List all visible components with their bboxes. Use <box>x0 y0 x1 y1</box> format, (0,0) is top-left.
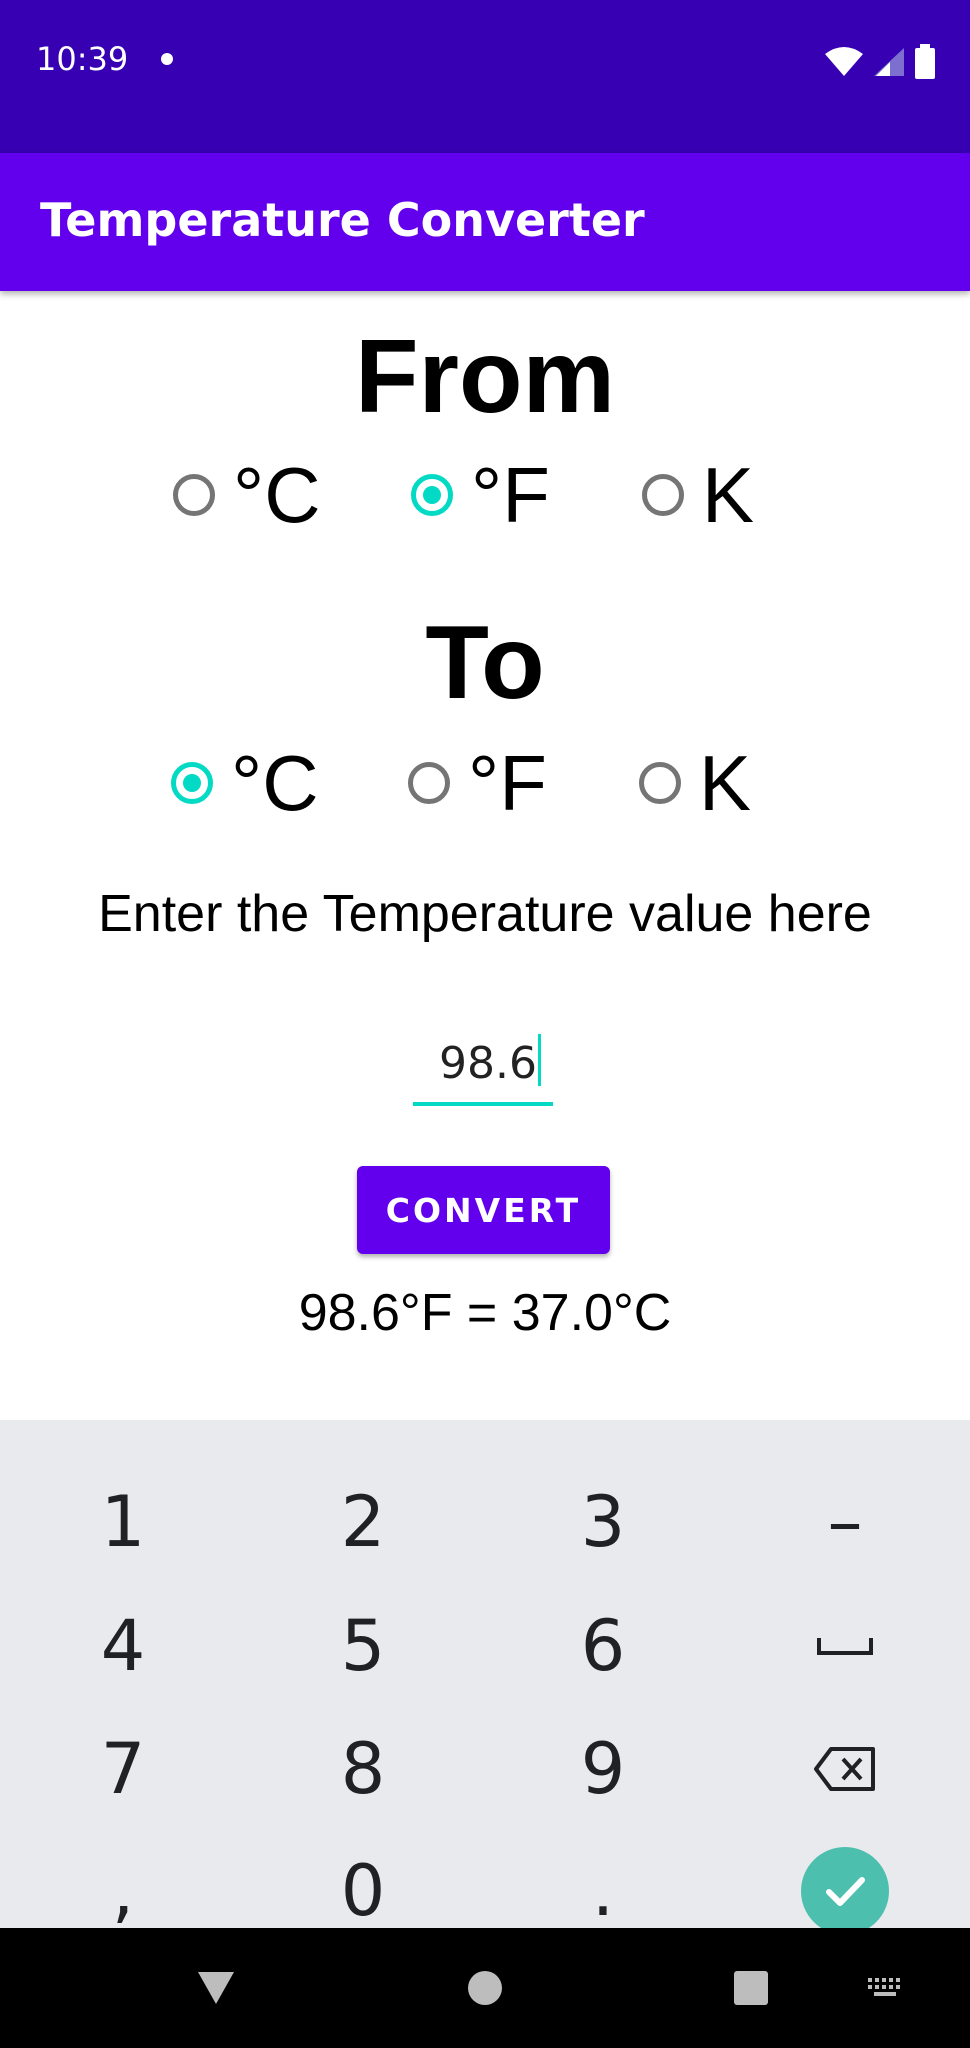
key-4[interactable]: 4 <box>3 1585 243 1707</box>
temperature-input-text: 98.6 <box>439 1038 537 1089</box>
result-text: 98.6°F = 37.0°C <box>298 1284 672 1342</box>
key-7[interactable]: 7 <box>3 1708 243 1830</box>
from-heading: From <box>355 319 615 435</box>
to-radio-kelvin[interactable]: K <box>639 738 751 828</box>
radio-label: K <box>702 450 755 539</box>
key-space[interactable] <box>725 1585 965 1707</box>
navigation-bar <box>0 1928 970 2048</box>
to-radio-fahrenheit[interactable]: °F <box>408 738 547 828</box>
to-radio-group: °C °F K <box>0 738 970 828</box>
convert-button[interactable]: CONVERT <box>357 1166 610 1254</box>
key-6[interactable]: 6 <box>483 1585 723 1707</box>
keyboard-switch-icon[interactable] <box>866 1976 906 2000</box>
radio-label: °C <box>231 738 319 827</box>
notification-dot-icon <box>161 53 173 65</box>
text-caret <box>537 1034 541 1086</box>
key-8[interactable]: 8 <box>243 1708 483 1830</box>
home-icon[interactable] <box>467 1970 503 2006</box>
radio-label: °C <box>233 450 321 539</box>
from-radio-group: °C °F K <box>0 450 970 540</box>
to-heading: To <box>425 605 545 721</box>
key-backspace[interactable] <box>725 1708 965 1830</box>
radio-checked-icon <box>411 474 453 516</box>
backspace-icon <box>814 1747 875 1791</box>
radio-label: °F <box>468 738 547 827</box>
app-title: Temperature Converter <box>40 193 645 247</box>
status-time: 10:39 <box>36 40 129 78</box>
recents-icon[interactable] <box>733 1970 769 2006</box>
numeric-keyboard: 1 2 3 – 4 5 6 7 8 9 , 0 . <box>0 1420 970 1935</box>
temperature-input[interactable]: 98.6 <box>413 1030 553 1106</box>
radio-label: °F <box>471 450 550 539</box>
key-3[interactable]: 3 <box>483 1461 723 1583</box>
radio-unchecked-icon <box>639 762 681 804</box>
battery-icon <box>915 44 935 79</box>
key-1[interactable]: 1 <box>3 1461 243 1583</box>
radio-unchecked-icon <box>408 762 450 804</box>
from-radio-fahrenheit[interactable]: °F <box>411 450 550 540</box>
prompt-label: Enter the Temperature value here <box>98 885 872 943</box>
status-icons <box>824 44 936 80</box>
wifi-icon <box>825 47 863 76</box>
check-icon <box>801 1847 889 1935</box>
back-icon[interactable] <box>196 1970 236 2006</box>
from-radio-kelvin[interactable]: K <box>642 450 754 540</box>
key-5[interactable]: 5 <box>243 1585 483 1707</box>
temperature-input-value: 98.6 <box>439 1034 541 1089</box>
key-9[interactable]: 9 <box>483 1708 723 1830</box>
from-radio-celsius[interactable]: °C <box>173 450 321 540</box>
to-radio-celsius[interactable]: °C <box>171 738 319 828</box>
key-2[interactable]: 2 <box>243 1461 483 1583</box>
status-bar: 10:39 <box>0 0 970 153</box>
space-icon <box>817 1638 873 1655</box>
radio-label: K <box>699 738 752 827</box>
radio-unchecked-icon <box>173 474 215 516</box>
key-minus[interactable]: – <box>725 1461 965 1583</box>
app-bar: Temperature Converter <box>0 153 970 291</box>
radio-unchecked-icon <box>642 474 684 516</box>
cell-signal-icon <box>874 48 904 76</box>
radio-checked-icon <box>171 762 213 804</box>
